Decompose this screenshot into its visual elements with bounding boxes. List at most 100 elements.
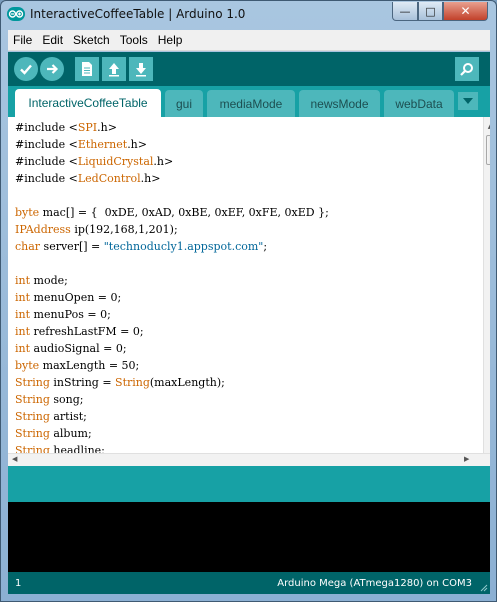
code-token: inString = [49, 376, 116, 389]
tab-interactive-coffee-table[interactable]: InteractiveCoffeeTable [15, 89, 161, 117]
code-line[interactable]: byte maxLength = 50; [15, 357, 475, 374]
code-token: artist; [49, 410, 87, 423]
magnifier-icon [460, 63, 473, 76]
serial-monitor-button[interactable] [455, 57, 479, 81]
tab-media-mode[interactable]: mediaMode [207, 90, 295, 117]
code-token: song; [49, 393, 84, 406]
code-keyword: String [15, 376, 50, 389]
code-token: headline; [49, 444, 105, 453]
code-token: .h> [153, 155, 174, 168]
code-token: maxLength = 50; [39, 359, 140, 372]
code-token: menuOpen = 0; [30, 291, 122, 304]
triangle-down-icon [463, 98, 473, 104]
vertical-scrollbar[interactable]: ▲ [483, 117, 490, 453]
arrow-right-icon [47, 64, 59, 74]
new-button[interactable] [75, 57, 99, 81]
code-line[interactable]: String inString = String(maxLength); [15, 374, 475, 391]
scroll-left-icon[interactable]: ◀ [12, 455, 17, 463]
code-line[interactable]: #include <LedControl.h> [15, 170, 475, 187]
upload-button[interactable] [40, 57, 64, 81]
code-line[interactable]: String song; [15, 391, 475, 408]
code-editor[interactable]: #include <SPI.h> #include <Ethernet.h> #in… [8, 117, 490, 453]
menu-sketch[interactable]: Sketch [68, 33, 115, 47]
scroll-up-icon[interactable]: ▲ [484, 119, 490, 132]
code-line[interactable]: int menuPos = 0; [15, 306, 475, 323]
resize-grip-icon[interactable] [478, 582, 488, 592]
code-line[interactable] [15, 255, 475, 272]
code-line[interactable]: int refreshLastFM = 0; [15, 323, 475, 340]
tab-bar: InteractiveCoffeeTable gui mediaMode new… [8, 86, 490, 117]
message-area [8, 466, 490, 502]
save-button[interactable] [129, 57, 153, 81]
code-line[interactable]: String headline; [15, 442, 475, 453]
maximize-button[interactable]: □ [418, 2, 443, 21]
code-keyword: int [15, 274, 31, 287]
code-token: #include < [15, 172, 78, 185]
code-line[interactable]: IPAddress ip(192,168,1,201); [15, 221, 475, 238]
tab-news-mode[interactable]: newsMode [299, 90, 380, 117]
code-token: mode; [30, 274, 68, 287]
code-token: .h> [140, 172, 161, 185]
code-string: "technoducly1.appspot.com" [103, 240, 264, 253]
close-button[interactable]: ✕ [443, 2, 488, 21]
code-keyword: LiquidCrystal [77, 155, 154, 168]
code-token: #include < [15, 138, 78, 151]
code-line[interactable]: #include <LiquidCrystal.h> [15, 153, 475, 170]
toolbar [8, 52, 490, 86]
code-keyword: int [15, 325, 31, 338]
board-info: Arduino Mega (ATmega1280) on COM3 [277, 578, 472, 589]
checkmark-icon [20, 64, 32, 75]
scroll-thumb[interactable] [486, 135, 490, 165]
code-keyword: byte [15, 206, 40, 219]
menu-edit[interactable]: Edit [37, 33, 68, 47]
status-bar: 1 Arduino Mega (ATmega1280) on COM3 [8, 572, 490, 594]
window-title: InteractiveCoffeeTable | Arduino 1.0 [30, 7, 246, 21]
code-keyword: String [15, 427, 50, 440]
code-line[interactable]: int mode; [15, 272, 475, 289]
open-button[interactable] [102, 57, 126, 81]
code-line[interactable]: String album; [15, 425, 475, 442]
code-keyword: String [15, 393, 50, 406]
code-keyword: int [15, 308, 31, 321]
menu-help[interactable]: Help [153, 33, 188, 47]
verify-button[interactable] [14, 57, 38, 81]
code-token: #include < [15, 121, 78, 134]
scroll-right-icon[interactable]: ▶ [464, 455, 469, 463]
code-line[interactable] [15, 187, 475, 204]
code-line[interactable]: String artist; [15, 408, 475, 425]
tab-menu-button[interactable] [458, 92, 478, 110]
menu-bar: File Edit Sketch Tools Help [8, 30, 490, 51]
tab-web-data[interactable]: webData [384, 90, 454, 117]
code-keyword: byte [15, 359, 40, 372]
code-line[interactable]: byte mac[] = { 0xDE, 0xAD, 0xBE, 0xEF, 0… [15, 204, 475, 221]
console-output[interactable] [8, 502, 490, 572]
code-keyword: int [15, 291, 31, 304]
code-token: mac[] = { 0xDE, 0xAD, 0xBE, 0xEF, 0xFE, … [39, 206, 329, 219]
code-token: ; [263, 240, 268, 253]
menu-tools[interactable]: Tools [115, 33, 153, 47]
code-keyword: char [15, 240, 41, 253]
code-token: ip(192,168,1,201); [70, 223, 178, 236]
minimize-button[interactable]: — [392, 2, 418, 21]
code-keyword: IPAddress [15, 223, 71, 236]
code-token: server[] = [40, 240, 104, 253]
code-keyword: LedControl [77, 172, 141, 185]
code-keyword: String [15, 444, 50, 453]
code-line[interactable]: int audioSignal = 0; [15, 340, 475, 357]
code-line[interactable]: #include <Ethernet.h> [15, 136, 475, 153]
code-keyword: Ethernet [77, 138, 128, 151]
code-keyword: SPI [77, 121, 98, 134]
arduino-ide-window: InteractiveCoffeeTable | Arduino 1.0 — □… [0, 0, 497, 602]
code-line[interactable]: int menuOpen = 0; [15, 289, 475, 306]
code-token: .h> [97, 121, 117, 134]
code-line[interactable]: #include <SPI.h> [15, 119, 475, 136]
title-bar[interactable]: InteractiveCoffeeTable | Arduino 1.0 — □… [1, 1, 496, 29]
tab-gui[interactable]: gui [165, 90, 203, 117]
code-token: (maxLength); [149, 376, 225, 389]
horizontal-scrollbar[interactable]: ◀ ▶ [8, 453, 490, 466]
menu-file[interactable]: File [8, 33, 37, 47]
new-file-icon [82, 62, 92, 76]
code-line[interactable]: char server[] = "technoducly1.appspot.co… [15, 238, 475, 255]
code-token: audioSignal = 0; [30, 342, 127, 355]
code-text[interactable]: #include <SPI.h> #include <Ethernet.h> #in… [15, 119, 475, 453]
